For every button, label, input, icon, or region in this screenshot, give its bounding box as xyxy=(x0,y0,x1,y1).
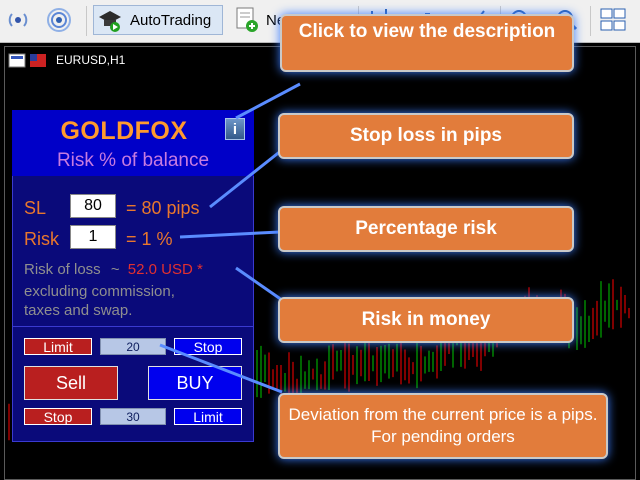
deviation-callout: Deviation from the current price is a pi… xyxy=(278,393,608,459)
percentage-risk-callout: Percentage risk xyxy=(278,206,574,252)
description-callout: Click to view the description xyxy=(280,14,574,72)
stoploss-callout: Stop loss in pips xyxy=(278,113,574,159)
risk-in-money-callout: Risk in money xyxy=(278,297,574,343)
